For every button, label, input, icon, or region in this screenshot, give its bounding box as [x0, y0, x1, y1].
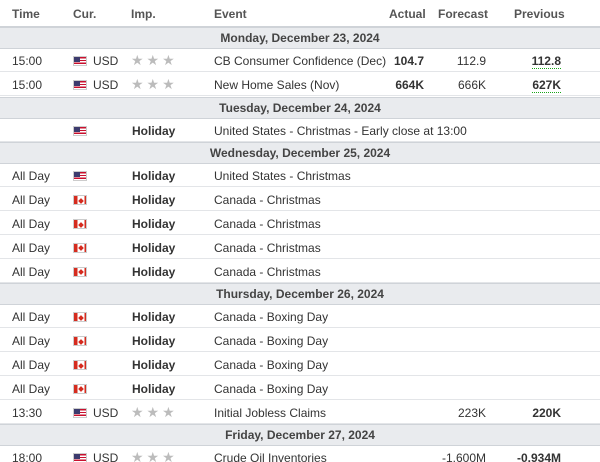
us-flag-icon — [73, 56, 87, 66]
canada-flag-icon — [73, 242, 87, 253]
table-header: Time Cur. Imp. Event Actual Forecast Pre… — [0, 0, 600, 27]
event-name[interactable]: CB Consumer Confidence (Dec) — [214, 54, 386, 68]
event-currency: USD — [93, 54, 119, 68]
event-row[interactable]: All Day Holiday Canada - Christmas — [0, 212, 600, 235]
canada-flag-icon — [73, 360, 87, 370]
canada-flag-icon — [73, 336, 87, 347]
event-time: All Day — [12, 169, 51, 184]
event-time: All Day — [12, 334, 51, 349]
event-name[interactable]: Canada - Boxing Day — [214, 310, 328, 324]
us-flag-icon — [73, 125, 87, 136]
event-row[interactable]: 13:30 USD ★★★ Initial Jobless Claims 223K 220… — [0, 400, 600, 424]
day-header: Friday, December 27, 2024 — [0, 424, 600, 447]
col-importance-header[interactable]: Imp. — [131, 7, 156, 21]
canada-flag-icon — [73, 266, 87, 277]
forecast-value: 223K — [457, 405, 486, 420]
event-time: All Day — [12, 240, 51, 255]
event-name[interactable]: Canada - Christmas — [214, 193, 321, 207]
event-name[interactable]: Canada - Christmas — [214, 217, 321, 231]
event-row[interactable]: All Day Holiday Canada - Christmas — [0, 259, 600, 283]
event-time: 13:30 — [12, 405, 43, 420]
event-currency: USD — [93, 77, 119, 92]
importance-stars-icon: ★★★ — [131, 449, 178, 462]
forecast-value: -1.600M — [441, 451, 486, 462]
forecast-value: 666K — [457, 77, 486, 92]
event-row[interactable]: All Day Holiday Canada - Boxing Day — [0, 353, 600, 376]
event-name[interactable]: Canada - Boxing Day — [214, 358, 328, 372]
holiday-label: Holiday — [132, 310, 176, 325]
event-row[interactable]: 18:00 USD ★★★ Crude Oil Inventories -1.600M -… — [0, 446, 600, 462]
previous-value: 627K — [532, 77, 561, 93]
holiday-label: Holiday — [132, 358, 176, 372]
holiday-label: Holiday — [132, 381, 176, 396]
importance-stars-icon: ★★★ — [131, 52, 178, 68]
holiday-label: Holiday — [132, 193, 176, 208]
importance-stars-icon: ★★★ — [131, 403, 178, 420]
event-time: All Day — [12, 310, 51, 325]
event-row[interactable]: Holiday United States - Christmas - Early… — [0, 118, 600, 142]
event-row[interactable]: 15:00 USD ★★★ CB Consumer Confidence (Dec) 1… — [0, 49, 600, 72]
event-time: All Day — [12, 264, 51, 279]
col-previous-header[interactable]: Previous — [514, 7, 565, 21]
col-time-header[interactable]: Time — [12, 7, 40, 21]
forecast-value: 112.9 — [456, 54, 486, 68]
event-time: 15:00 — [12, 77, 43, 92]
event-row[interactable]: 15:00 USD ★★★ New Home Sales (Nov) 664K 666K 6… — [0, 72, 600, 96]
event-row[interactable]: All Day Holiday United States - Christmas — [0, 164, 600, 188]
event-time: 18:00 — [12, 451, 43, 462]
event-currency: USD — [93, 451, 119, 462]
actual-value: 664K — [395, 77, 424, 92]
event-name[interactable]: Canada - Christmas — [214, 241, 321, 255]
holiday-label: Holiday — [132, 240, 176, 255]
economic-calendar: Time Cur. Imp. Event Actual Forecast Pre… — [0, 0, 600, 462]
day-header: Wednesday, December 25, 2024 — [0, 142, 600, 165]
actual-value: 104.7 — [393, 54, 424, 68]
holiday-label: Holiday — [132, 123, 176, 138]
event-name[interactable]: Canada - Boxing Day — [214, 334, 328, 348]
canada-flag-icon — [73, 219, 87, 229]
event-time: All Day — [12, 358, 51, 372]
event-time: All Day — [12, 193, 51, 208]
event-row[interactable]: All Day Holiday Canada - Christmas — [0, 188, 600, 212]
canada-flag-icon — [73, 383, 87, 394]
event-time: 15:00 — [12, 54, 43, 68]
holiday-label: Holiday — [132, 217, 176, 231]
day-header: Tuesday, December 24, 2024 — [0, 96, 600, 119]
previous-value: 112.8 — [531, 54, 561, 69]
holiday-label: Holiday — [132, 334, 176, 349]
holiday-label: Holiday — [132, 169, 176, 184]
event-name[interactable]: Canada - Christmas — [214, 265, 321, 279]
us-flag-icon — [73, 171, 87, 182]
us-flag-icon — [73, 407, 87, 418]
event-time: All Day — [12, 381, 51, 396]
event-time: All Day — [12, 217, 51, 231]
event-row[interactable]: All Day Holiday Canada - Boxing Day — [0, 305, 600, 329]
col-actual-header[interactable]: Actual — [389, 7, 426, 21]
previous-value: -0.934M — [516, 451, 561, 462]
importance-stars-icon: ★★★ — [131, 75, 178, 92]
canada-flag-icon — [73, 312, 87, 323]
col-forecast-header[interactable]: Forecast — [438, 7, 488, 21]
day-header: Thursday, December 26, 2024 — [0, 283, 600, 306]
event-name[interactable]: United States - Christmas — [214, 169, 351, 183]
col-event-header[interactable]: Event — [214, 7, 247, 21]
event-row[interactable]: All Day Holiday Canada - Boxing Day — [0, 376, 600, 400]
holiday-label: Holiday — [132, 264, 176, 279]
event-name[interactable]: Initial Jobless Claims — [214, 406, 326, 420]
event-name[interactable]: Crude Oil Inventories — [214, 451, 327, 462]
previous-value: 220K — [532, 405, 561, 420]
event-currency: USD — [93, 405, 119, 420]
us-flag-icon — [73, 453, 87, 462]
us-flag-icon — [73, 79, 87, 90]
col-currency-header[interactable]: Cur. — [73, 7, 96, 21]
event-name[interactable]: New Home Sales (Nov) — [214, 78, 339, 92]
canada-flag-icon — [73, 195, 87, 206]
event-name[interactable]: Canada - Boxing Day — [214, 382, 328, 396]
event-row[interactable]: All Day Holiday Canada - Boxing Day — [0, 329, 600, 353]
day-header: Monday, December 23, 2024 — [0, 27, 600, 49]
event-name[interactable]: United States - Christmas - Early close … — [214, 124, 467, 138]
event-row[interactable]: All Day Holiday Canada - Christmas — [0, 235, 600, 259]
